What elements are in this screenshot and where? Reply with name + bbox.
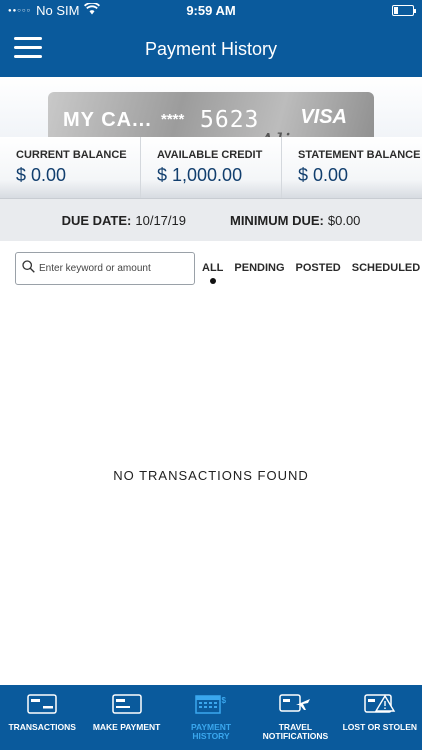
tab-travel-line2: NOTIFICATIONS bbox=[262, 731, 329, 741]
tab-payment-history[interactable]: $ PAYMENT HISTORY bbox=[169, 685, 253, 750]
minimum-due-value: $0.00 bbox=[327, 212, 361, 228]
tab-travel-notifications[interactable]: TRAVEL NOTIFICATIONS bbox=[253, 685, 337, 750]
available-credit-label: AVAILABLE CREDIT bbox=[157, 149, 263, 161]
statement-balance: STATEMENT BALANCE $ 0.00 bbox=[282, 137, 422, 198]
filter-all[interactable]: ALL bbox=[202, 262, 224, 284]
due-date-label: DUE DATE: bbox=[61, 212, 132, 228]
tab-transactions-label: TRANSACTIONS bbox=[8, 722, 76, 732]
card-last-digits: 5623 bbox=[200, 107, 260, 133]
page-title: Payment History bbox=[144, 39, 278, 59]
tab-make-payment[interactable]: MAKE PAYMENT bbox=[84, 685, 168, 750]
tab-make-payment-label: MAKE PAYMENT bbox=[92, 722, 161, 732]
current-balance-label: CURRENT BALANCE bbox=[16, 149, 127, 161]
tab-lost-or-stolen-label: LOST OR STOLEN bbox=[342, 722, 418, 732]
statement-balance-value: $ 0.00 bbox=[298, 165, 349, 185]
search-input[interactable] bbox=[39, 263, 189, 274]
card-banner: MY CA... **** 5623 VISA Alion bbox=[0, 77, 422, 137]
battery-level bbox=[394, 7, 398, 14]
card-script-logo: Alion bbox=[258, 129, 321, 137]
filter-posted-label: POSTED bbox=[295, 262, 341, 274]
card-name: MY CA... bbox=[63, 109, 152, 131]
visa-logo: VISA bbox=[300, 106, 347, 128]
current-balance: CURRENT BALANCE $ 0.00 bbox=[0, 137, 141, 198]
balance-summary: CURRENT BALANCE $ 0.00 AVAILABLE CREDIT … bbox=[0, 137, 422, 199]
card-warning-icon bbox=[338, 694, 422, 716]
due-info-bar: DUE DATE: 10/17/19 MINIMUM DUE: $0.00 bbox=[0, 199, 422, 241]
filter-scheduled-label: SCHEDULED bbox=[351, 262, 421, 274]
credit-card-image[interactable]: MY CA... **** 5623 VISA Alion bbox=[48, 92, 374, 137]
calendar-icon: $ bbox=[169, 694, 253, 716]
tab-payment-history-label: PAYMENT HISTORY bbox=[169, 723, 253, 741]
card-plane-icon bbox=[253, 694, 337, 716]
search-box[interactable] bbox=[15, 252, 195, 285]
filter-pending[interactable]: PENDING bbox=[234, 262, 284, 274]
battery-icon bbox=[392, 5, 416, 16]
search-icon bbox=[22, 259, 35, 278]
available-credit: AVAILABLE CREDIT $ 1,000.00 bbox=[141, 137, 282, 198]
clock: 9:59 AM bbox=[186, 3, 236, 18]
filter-scheduled[interactable]: SCHEDULED bbox=[352, 262, 420, 274]
tab-travel-notifications-label: TRAVEL NOTIFICATIONS bbox=[253, 723, 337, 741]
tab-payment-history-line2: HISTORY bbox=[192, 731, 230, 741]
card-icon bbox=[0, 694, 84, 716]
nav-bar: Payment History bbox=[0, 22, 422, 77]
minimum-due-label: MINIMUM DUE: bbox=[229, 212, 324, 228]
card-icon bbox=[84, 694, 168, 716]
tab-lost-or-stolen[interactable]: LOST OR STOLEN bbox=[338, 685, 422, 750]
current-balance-value: $ 0.00 bbox=[16, 165, 67, 185]
available-credit-value: $ 1,000.00 bbox=[157, 165, 243, 185]
bottom-tab-bar: TRANSACTIONS MAKE PAYMENT $ PAYMENT HISTO… bbox=[0, 685, 422, 750]
empty-state-message: NO TRANSACTIONS FOUND bbox=[113, 468, 309, 483]
selected-indicator-dot bbox=[209, 278, 216, 284]
status-bar: ●●○○○ No SIM 9:59 AM bbox=[0, 0, 422, 22]
filter-posted[interactable]: POSTED bbox=[296, 262, 341, 274]
tab-transactions[interactable]: TRANSACTIONS bbox=[0, 685, 84, 750]
card-mask: **** bbox=[161, 111, 185, 128]
filter-tabs: ALL PENDING POSTED SCHEDULED bbox=[202, 262, 422, 284]
svg-text:$: $ bbox=[222, 696, 227, 705]
filter-all-label: ALL bbox=[202, 262, 224, 274]
due-date-value: 10/17/19 bbox=[135, 212, 186, 228]
statement-balance-label: STATEMENT BALANCE bbox=[298, 149, 421, 161]
filter-pending-label: PENDING bbox=[234, 262, 285, 274]
